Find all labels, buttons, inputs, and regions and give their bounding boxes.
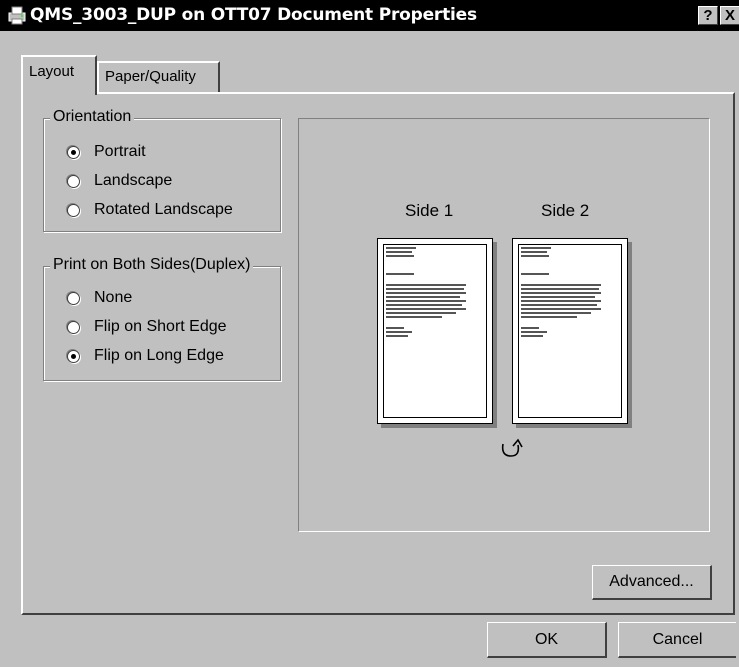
radio-button[interactable]: [67, 174, 80, 188]
window-title: QMS_3003_DUP on OTT07 Document Propertie…: [30, 5, 477, 25]
duplex-group-label: Print on Both Sides(Duplex): [50, 256, 254, 274]
duplex-preview-panel: [298, 118, 710, 532]
title-bar[interactable]: QMS_3003_DUP on OTT07 Document Propertie…: [0, 0, 739, 31]
tab-layout[interactable]: Layout: [21, 55, 97, 95]
rotate-arrow-icon: [501, 438, 523, 457]
help-button[interactable]: ?: [698, 6, 718, 25]
radio-label: Flip on Short Edge: [94, 318, 227, 335]
side-1-label: Side 1: [405, 201, 454, 220]
radio-landscape[interactable]: Landscape: [67, 170, 172, 192]
radio-label: Landscape: [94, 172, 173, 189]
printer-icon: [8, 6, 26, 25]
radio-button[interactable]: [67, 320, 80, 334]
page-side-1-preview: [377, 238, 493, 424]
cancel-button[interactable]: Cancel: [618, 622, 736, 658]
radio-button[interactable]: [67, 145, 80, 159]
ok-button[interactable]: OK: [487, 622, 607, 658]
orientation-group-label: Orientation: [50, 108, 135, 126]
page-text-lines: [386, 247, 466, 339]
radio-label: Rotated Landscape: [94, 201, 233, 218]
page-text-lines: [521, 247, 601, 339]
close-button[interactable]: X: [720, 6, 739, 25]
radio-button[interactable]: [67, 203, 80, 217]
advanced-button[interactable]: Advanced...: [592, 565, 712, 600]
radio-button[interactable]: [67, 349, 80, 363]
radio-flip-short-edge[interactable]: Flip on Short Edge: [67, 316, 227, 338]
page-side-2-preview: [512, 238, 628, 424]
radio-portrait[interactable]: Portrait: [67, 141, 146, 163]
radio-flip-long-edge[interactable]: Flip on Long Edge: [67, 345, 224, 367]
radio-label: None: [94, 289, 133, 306]
radio-rotated-landscape[interactable]: Rotated Landscape: [67, 199, 233, 221]
tab-paper-quality[interactable]: Paper/Quality: [97, 61, 220, 94]
tab-label: Layout: [29, 63, 75, 80]
orientation-group: Orientation Portrait Landscape Rotated L…: [43, 108, 281, 232]
tab-label: Paper/Quality: [105, 68, 196, 85]
radio-label: Portrait: [94, 143, 146, 160]
side-2-label: Side 2: [541, 201, 590, 220]
duplex-group: Print on Both Sides(Duplex) None Flip on…: [43, 256, 281, 381]
radio-button[interactable]: [67, 291, 80, 305]
radio-label: Flip on Long Edge: [94, 347, 224, 364]
radio-none[interactable]: None: [67, 287, 132, 309]
